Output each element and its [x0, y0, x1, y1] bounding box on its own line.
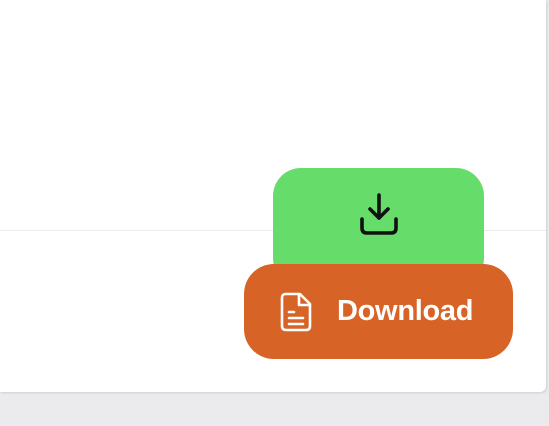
content-card: Download	[0, 0, 546, 392]
download-button[interactable]: Download	[244, 264, 513, 359]
download-tray-icon	[360, 193, 398, 235]
download-button-label: Download	[337, 295, 474, 327]
document-icon	[280, 292, 312, 332]
